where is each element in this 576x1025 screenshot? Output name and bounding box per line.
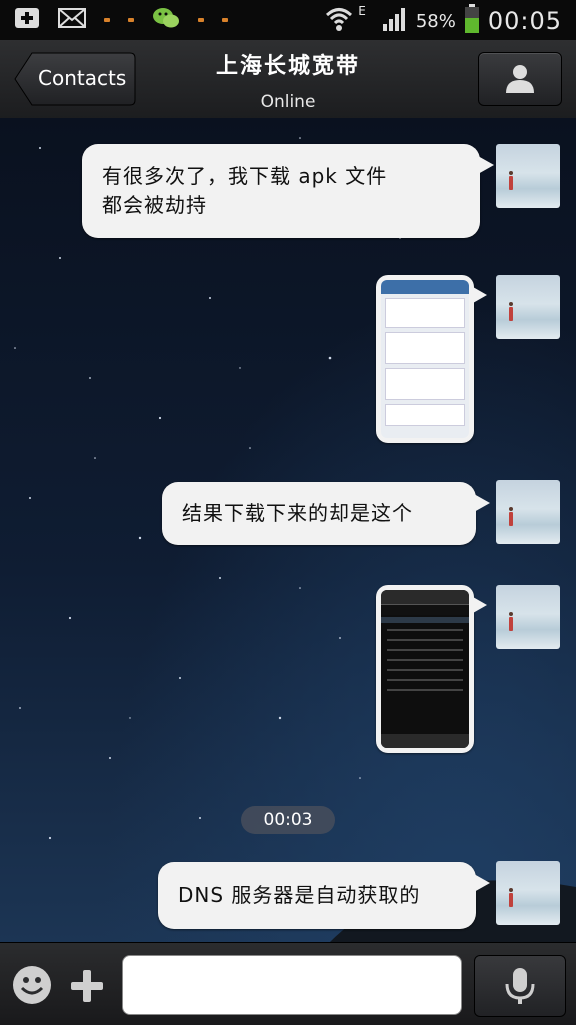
notification-dot-icon	[222, 18, 228, 22]
avatar[interactable]	[496, 480, 560, 544]
microphone-icon	[505, 968, 535, 1004]
page-title: 上海长城宽带	[215, 54, 360, 79]
message-bubble-image[interactable]	[376, 585, 487, 753]
timestamp: 00:03	[241, 806, 335, 834]
message-line: 有很多次了，我下载 apk 文件	[102, 164, 388, 188]
input-bar	[0, 942, 576, 1025]
message-line: 结果下载下来的却是这个	[182, 501, 413, 525]
message-bubble-text[interactable]: 结果下载下来的却是这个	[162, 482, 490, 545]
message-input[interactable]	[122, 955, 462, 1015]
notification-dot-icon	[104, 18, 110, 22]
voice-message-button[interactable]	[474, 955, 566, 1017]
avatar[interactable]	[496, 861, 560, 925]
wifi-icon	[324, 4, 354, 38]
message-bubble-text[interactable]: 有很多次了，我下载 apk 文件 都会被劫持	[82, 144, 494, 238]
person-icon	[506, 65, 534, 93]
message-line: 都会被劫持	[102, 193, 207, 217]
title-bar: Contacts 上海长城宽带 Online	[0, 40, 576, 119]
avatar[interactable]	[496, 585, 560, 649]
chat-area[interactable]: 有很多次了，我下载 apk 文件 都会被劫持 结果下载下来的却是这个 00:03…	[0, 118, 576, 942]
emoji-button[interactable]	[12, 965, 52, 1005]
clock: 00:05	[487, 7, 562, 35]
status-bar: E 58% 00:05	[0, 0, 576, 40]
message-line: DNS 服务器是自动获取的	[178, 883, 421, 907]
notification-dot-icon	[198, 18, 204, 22]
back-button-label: Contacts	[38, 66, 127, 90]
avatar[interactable]	[496, 144, 560, 208]
plus-icon	[71, 970, 103, 1002]
back-button[interactable]: Contacts	[14, 52, 136, 106]
chat-header: 上海长城宽带 Online	[160, 48, 416, 112]
network-type: E	[358, 4, 366, 18]
presence-status: Online	[260, 92, 316, 112]
image-thumbnail[interactable]	[381, 280, 469, 438]
avatar[interactable]	[496, 275, 560, 339]
message-bubble-text[interactable]: DNS 服务器是自动获取的	[158, 862, 490, 929]
image-thumbnail[interactable]	[381, 590, 469, 748]
mail-icon	[58, 8, 86, 32]
battery-percent: 58%	[415, 10, 456, 32]
battery-icon	[464, 4, 480, 38]
notification-dot-icon	[128, 18, 134, 22]
message-bubble-image[interactable]	[376, 275, 487, 443]
smiley-icon	[13, 966, 51, 1004]
attach-button[interactable]	[68, 967, 106, 1005]
add-icon	[14, 7, 40, 33]
wechat-icon	[152, 6, 180, 34]
signal-icon	[382, 6, 408, 36]
contact-profile-button[interactable]	[478, 52, 562, 106]
